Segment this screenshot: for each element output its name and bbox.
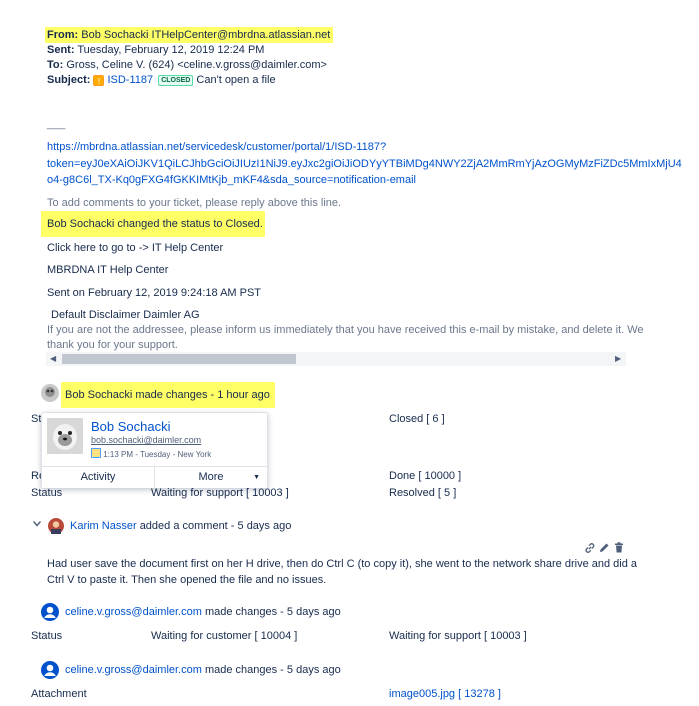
- separator-line: ___: [47, 118, 66, 130]
- change2-from: Waiting for customer [ 10004 ]: [151, 630, 298, 642]
- more-label: More: [198, 471, 224, 483]
- from-line: From: Bob Sochacki ITHelpCenter@mbrdna.a…: [47, 29, 330, 41]
- celine-avatar-icon-2[interactable]: [41, 661, 59, 679]
- attachment-link[interactable]: image005.jpg [ 13278 ]: [389, 688, 501, 700]
- card-local-time: 1:13 PM - Tuesday - New York: [91, 448, 211, 459]
- status-changed-text: Bob Sochacki changed the status to Close…: [47, 218, 263, 230]
- change-row3-from: Waiting for support [ 10003 ]: [151, 487, 289, 499]
- made-changes-label[interactable]: Bob Sochacki made changes - 1 hour ago: [65, 389, 270, 401]
- sent-line: Sent: Tuesday, February 12, 2019 12:24 P…: [47, 44, 264, 56]
- issue-type-icon: !: [93, 75, 105, 86]
- reply-hint: To add comments to your ticket, please r…: [47, 197, 342, 209]
- subject-line: Subject: ! ISD-1187 CLOSED Can't open a f…: [47, 74, 276, 86]
- comment-line2: Ctrl V to paste it. Then she opened the …: [47, 574, 327, 586]
- sent-label: Sent:: [47, 44, 75, 56]
- scrollbar-thumb[interactable]: [62, 354, 296, 364]
- user-avatar-icon[interactable]: [41, 384, 59, 402]
- to-value: Gross, Celine V. (624) <celine.v.gross@d…: [66, 59, 327, 71]
- sent-on-text: Sent on February 12, 2019 9:24:18 AM PST: [47, 287, 262, 299]
- from-value: Bob Sochacki ITHelpCenter@mbrdna.atlassi…: [81, 29, 331, 41]
- change2-header: celine.v.gross@daimler.com made changes …: [65, 606, 341, 618]
- change3-meta: made changes - 5 days ago: [204, 664, 341, 676]
- delete-trash-icon[interactable]: [614, 542, 624, 553]
- change2-user[interactable]: celine.v.gross@daimler.com: [65, 606, 202, 618]
- activity-button[interactable]: Activity: [42, 467, 154, 488]
- collapse-chevron-icon[interactable]: [33, 521, 41, 527]
- disclaimer-title: Default Disclaimer Daimler AG: [51, 309, 200, 321]
- to-label: To:: [47, 59, 64, 71]
- change-row1-value: Closed [ 6 ]: [389, 413, 445, 425]
- from-label: From:: [47, 29, 79, 41]
- comment-meta: added a comment - 5 days ago: [139, 520, 292, 532]
- portal-link-line2[interactable]: token=eyJ0eXAiOiJKV1QiLCJhbGciOiJIUzI1Ni…: [47, 158, 682, 170]
- comment-line1: Had user save the document first on her …: [47, 558, 638, 570]
- user-hover-card: Bob Sochacki bob.sochacki@daimler.com 1:…: [41, 412, 268, 488]
- click-here-text[interactable]: Click here to go to -> IT Help Center: [47, 242, 223, 254]
- more-button[interactable]: More ▼: [155, 467, 267, 488]
- change-row3-to: Resolved [ 5 ]: [389, 487, 457, 499]
- portal-link-line3[interactable]: o4-g8C6l_TX-Kq0gFXG4fGKKIMtKjb_mKF4&sda_…: [47, 174, 416, 186]
- change-row3-label: Status: [31, 487, 63, 499]
- disclaimer-line2: thank you for your support.: [47, 339, 178, 351]
- portal-link-line1[interactable]: https://mbrdna.atlassian.net/servicedesk…: [47, 141, 386, 153]
- scroll-left-icon[interactable]: ◀: [50, 354, 56, 363]
- card-user-name[interactable]: Bob Sochacki: [91, 419, 171, 434]
- comment-author-avatar[interactable]: [48, 518, 64, 534]
- edit-pencil-icon[interactable]: [599, 542, 610, 553]
- change-row1-label: St: [31, 413, 42, 425]
- celine-avatar-icon[interactable]: [41, 603, 59, 621]
- profile-photo: [47, 418, 83, 454]
- card-user-email[interactable]: bob.sochacki@daimler.com: [91, 435, 201, 445]
- change-row2-value: Done [ 10000 ]: [389, 470, 462, 482]
- disclaimer-line1: If you are not the addressee, please inf…: [47, 324, 644, 336]
- made-changes-text: Bob Sochacki made changes - 1 hour ago: [65, 389, 270, 401]
- to-line: To: Gross, Celine V. (624) <celine.v.gro…: [47, 59, 327, 71]
- subject-label: Subject:: [47, 74, 91, 86]
- scroll-right-icon[interactable]: ▶: [615, 354, 621, 363]
- status-badge: CLOSED: [158, 75, 194, 86]
- sent-value: Tuesday, February 12, 2019 12:24 PM: [77, 44, 265, 56]
- subject-text: Can't open a file: [196, 74, 276, 86]
- comment-header: Karim Nasser added a comment - 5 days ag…: [70, 520, 291, 532]
- comment-author[interactable]: Karim Nasser: [70, 520, 137, 532]
- card-footer: Activity More ▼: [42, 466, 267, 488]
- chevron-down-icon: ▼: [253, 474, 260, 481]
- change2-to: Waiting for support [ 10003 ]: [389, 630, 527, 642]
- clock-icon: [91, 448, 101, 458]
- link-icon[interactable]: [584, 542, 596, 554]
- change3-header: celine.v.gross@daimler.com made changes …: [65, 664, 341, 676]
- change2-label: Status: [31, 630, 63, 642]
- card-time-text: 1:13 PM - Tuesday - New York: [103, 450, 212, 459]
- change2-meta: made changes - 5 days ago: [204, 606, 341, 618]
- change3-label: Attachment: [31, 688, 87, 700]
- issue-key-link[interactable]: ISD-1187: [107, 74, 153, 86]
- help-center-text: MBRDNA IT Help Center: [47, 264, 169, 276]
- horizontal-scrollbar[interactable]: ◀ ▶: [46, 352, 626, 366]
- change3-user[interactable]: celine.v.gross@daimler.com: [65, 664, 202, 676]
